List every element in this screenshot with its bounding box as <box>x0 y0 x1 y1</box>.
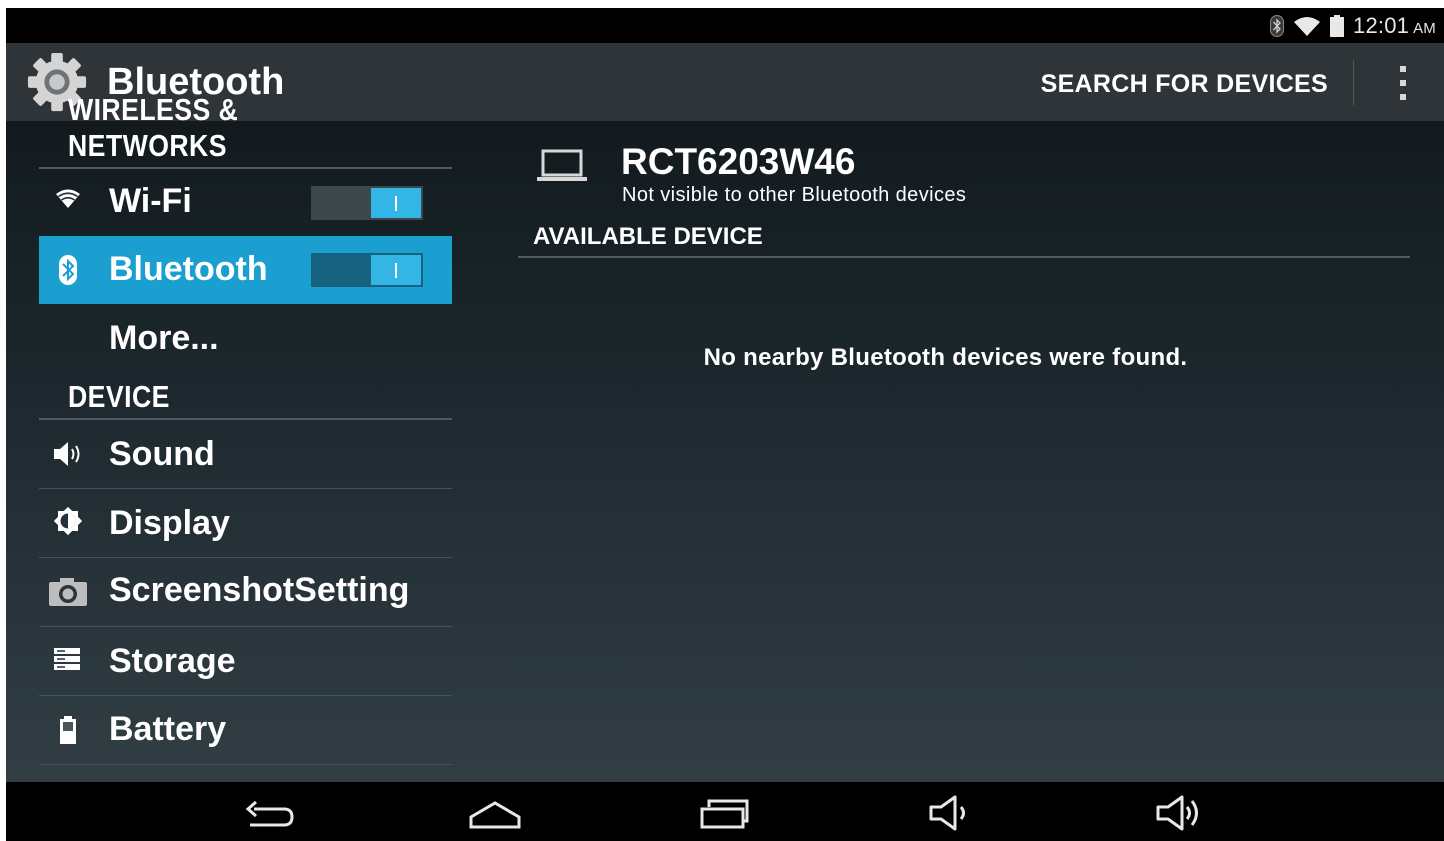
sidebar-item-bluetooth[interactable]: Bluetooth <box>39 236 452 304</box>
wifi-toggle[interactable] <box>311 186 423 220</box>
bluetooth-icon <box>1270 15 1285 37</box>
bluetooth-details: RCT6203W46 Not visible to other Bluetoot… <box>518 121 1412 782</box>
sidebar-item-wifi[interactable]: Wi-Fi <box>39 168 452 236</box>
section-title: AVAILABLE DEVICE <box>533 223 763 250</box>
sidebar-item-label: Wi-Fi <box>109 182 192 220</box>
bluetooth-icon <box>59 255 77 285</box>
sidebar-item-label: Bluetooth <box>109 250 268 288</box>
settings-sidebar: WIRELESS & NETWORKS Wi-Fi Bluetooth More… <box>39 92 452 782</box>
sidebar-item-storage[interactable]: Storage <box>39 627 452 696</box>
sidebar-item-label: Battery <box>109 710 227 748</box>
storage-icon <box>54 648 80 670</box>
recent-apps-icon[interactable] <box>697 795 753 831</box>
battery-icon <box>60 716 76 744</box>
volume-up-icon[interactable] <box>1154 795 1210 831</box>
sidebar-item-battery[interactable]: Battery <box>39 696 452 765</box>
toggle-thumb <box>371 188 421 218</box>
laptop-icon <box>537 149 587 181</box>
sidebar-item-display[interactable]: Display <box>39 489 452 558</box>
home-icon[interactable] <box>467 795 523 831</box>
status-clock: 12:01 AM <box>1353 13 1436 39</box>
section-header-wireless: WIRELESS & NETWORKS <box>39 92 452 169</box>
section-header-device: DEVICE <box>39 372 452 420</box>
local-device-name[interactable]: RCT6203W46 <box>621 141 855 183</box>
bluetooth-toggle[interactable] <box>311 253 423 287</box>
back-icon[interactable] <box>240 795 296 831</box>
navigation-bar <box>6 782 1444 841</box>
available-devices-header: AVAILABLE DEVICE <box>518 220 1410 258</box>
search-for-devices-button[interactable]: SEARCH FOR DEVICES <box>1041 70 1328 99</box>
section-title: DEVICE <box>68 379 170 414</box>
sidebar-item-label: Sound <box>109 435 215 473</box>
section-title: WIRELESS & NETWORKS <box>68 92 239 163</box>
clock-ampm: AM <box>1413 20 1436 37</box>
sidebar-item-label: ScreenshotSetting <box>109 571 410 609</box>
sidebar-item-screenshot[interactable]: ScreenshotSetting <box>39 558 452 627</box>
empty-state-message: No nearby Bluetooth devices were found. <box>703 344 1188 371</box>
overflow-menu-icon[interactable] <box>1395 66 1411 100</box>
sidebar-item-label: Display <box>109 504 230 542</box>
battery-icon <box>1330 15 1345 37</box>
settings-content: WIRELESS & NETWORKS Wi-Fi Bluetooth More… <box>6 92 1444 782</box>
clock-time: 12:01 <box>1353 13 1410 38</box>
sidebar-item-label: More... <box>109 319 219 357</box>
visibility-status[interactable]: Not visible to other Bluetooth devices <box>622 184 966 207</box>
sidebar-item-label: Storage <box>109 642 236 680</box>
sidebar-item-sound[interactable]: Sound <box>39 420 452 489</box>
wifi-signal-icon <box>1294 17 1321 36</box>
camera-icon <box>49 578 87 606</box>
speaker-icon <box>54 442 80 466</box>
volume-down-icon[interactable] <box>927 795 983 831</box>
status-icons: 12:01 AM <box>1270 12 1436 40</box>
sidebar-item-more[interactable]: More... <box>39 306 452 372</box>
action-bar-divider <box>1353 60 1354 105</box>
toggle-thumb <box>371 255 421 285</box>
tablet-screen: 12:01 AM Bluetooth SEARCH FOR DEVICES WI… <box>6 8 1444 841</box>
wifi-icon <box>56 189 80 208</box>
brightness-icon <box>53 506 83 536</box>
status-bar: 12:01 AM <box>6 8 1444 43</box>
